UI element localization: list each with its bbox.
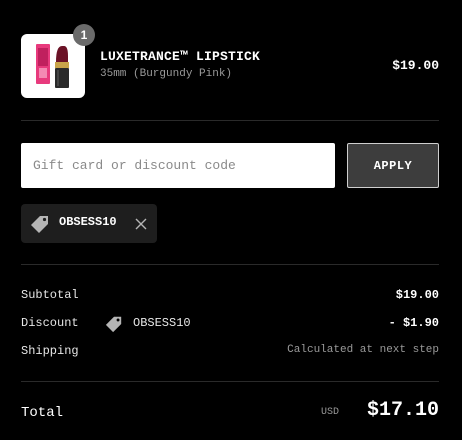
applied-discount-code: OBSESS10	[59, 215, 117, 229]
shipping-value: Calculated at next step	[287, 344, 439, 356]
product-image	[21, 34, 85, 98]
discount-code: OBSESS10	[133, 316, 191, 330]
line-item: 1 LUXETRANCE™ LIPSTICK 35mm (Burgundy Pi…	[21, 24, 439, 98]
tag-icon	[105, 315, 123, 333]
discount-value: - $1.90	[388, 316, 439, 330]
product-price: $19.00	[392, 58, 439, 73]
quantity-badge: 1	[73, 24, 95, 46]
apply-button[interactable]: APPLY	[347, 143, 439, 188]
shipping-label: Shipping	[21, 344, 79, 358]
currency-code: USD	[321, 407, 340, 418]
divider	[21, 120, 439, 121]
subtotal-label: Subtotal	[21, 288, 79, 302]
subtotal-row: Subtotal $19.00	[21, 288, 439, 306]
discount-row: Discount OBSESS10 - $1.90	[21, 316, 439, 334]
order-summary: 1 LUXETRANCE™ LIPSTICK 35mm (Burgundy Pi…	[0, 0, 462, 440]
subtotal-value: $19.00	[395, 288, 439, 302]
discount-code-input[interactable]	[21, 143, 335, 188]
discount-label: Discount	[21, 316, 79, 330]
product-name: LUXETRANCE™ LIPSTICK	[100, 49, 261, 64]
tag-icon	[30, 214, 50, 234]
remove-discount-icon[interactable]	[133, 216, 149, 232]
shipping-row: Shipping Calculated at next step	[21, 344, 439, 362]
divider	[21, 264, 439, 265]
applied-discount-chip: OBSESS10	[21, 204, 157, 243]
product-variant: 35mm (Burgundy Pink)	[100, 68, 233, 80]
divider	[21, 381, 439, 382]
total-label: Total	[21, 405, 64, 421]
total-value: $17.10	[366, 399, 439, 422]
